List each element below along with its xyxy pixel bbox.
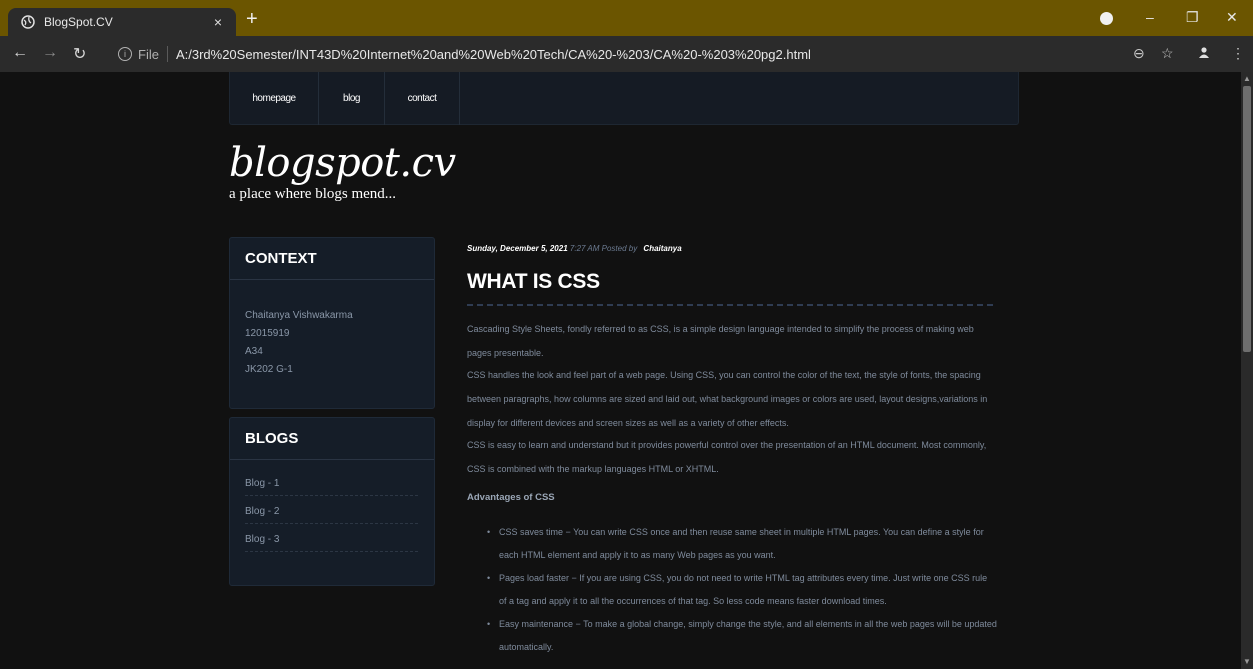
- browser-tab[interactable]: BlogSpot.CV ×: [8, 8, 236, 36]
- profile-menu-icon[interactable]: [1100, 12, 1113, 25]
- scroll-up-icon[interactable]: ▲: [1243, 74, 1251, 83]
- context-reg-number: 12015919: [245, 328, 290, 339]
- advantages-heading: Advantages of CSS: [467, 492, 555, 503]
- context-roll: A34: [245, 346, 263, 357]
- url-text[interactable]: A:/3rd%20Semester/INT43D%20Internet%20an…: [176, 47, 811, 62]
- list-item-text: Easy maintenance − To make a global chan…: [499, 619, 997, 652]
- close-icon[interactable]: ×: [208, 14, 228, 30]
- list-item-text: CSS saves time − You can write CSS once …: [499, 527, 984, 560]
- context-name: Chaitanya Vishwakarma: [245, 310, 353, 321]
- bullet-icon: •: [487, 527, 491, 537]
- page-viewport: homepage blog contact blogspot.cv a plac…: [0, 72, 1241, 669]
- post-paragraph: CSS is easy to learn and understand but …: [467, 440, 987, 474]
- post-date: Sunday, December 5, 2021: [467, 244, 568, 253]
- list-item-text: Pages load faster − If you are using CSS…: [499, 573, 988, 606]
- blogs-heading: BLOGS: [230, 418, 434, 460]
- window-close-icon[interactable]: ✕: [1226, 9, 1238, 26]
- minimize-icon[interactable]: –: [1146, 9, 1154, 25]
- tab-title: BlogSpot.CV: [44, 15, 113, 29]
- omnibox-divider: [166, 46, 168, 62]
- title-divider: [467, 304, 993, 306]
- restore-icon[interactable]: ❐: [1186, 9, 1199, 26]
- reload-icon[interactable]: ↻: [73, 44, 86, 64]
- blog-link-1[interactable]: Blog - 1: [245, 471, 418, 496]
- blogs-widget: BLOGS Blog - 1 Blog - 2 Blog - 3: [229, 417, 435, 586]
- file-label: File: [138, 46, 159, 62]
- bullet-icon: •: [487, 573, 491, 583]
- context-heading: CONTEXT: [230, 238, 434, 280]
- profile-icon[interactable]: [1198, 45, 1210, 61]
- zoom-icon[interactable]: ⊖: [1133, 45, 1145, 62]
- scroll-thumb[interactable]: [1243, 86, 1251, 352]
- nav-homepage[interactable]: homepage: [230, 72, 319, 125]
- tab-strip: BlogSpot.CV × + – ❐ ✕: [0, 0, 1253, 36]
- list-item: • CSS saves time − You can write CSS onc…: [487, 521, 997, 567]
- top-navigation: homepage blog contact: [229, 72, 1019, 125]
- forward-icon[interactable]: →: [42, 44, 58, 62]
- post-time: 7:27 AM Posted by: [569, 244, 638, 253]
- vertical-scrollbar[interactable]: ▲ ▼: [1241, 72, 1253, 669]
- post-title: WHAT IS CSS: [467, 270, 600, 293]
- menu-icon[interactable]: ⋮: [1231, 45, 1245, 62]
- plus-icon[interactable]: +: [246, 9, 258, 29]
- context-widget: CONTEXT Chaitanya Vishwakarma 12015919 A…: [229, 237, 435, 409]
- address-bar: ← → ↻ i File A:/3rd%20Semester/INT43D%20…: [0, 36, 1253, 72]
- context-section: JK202 G-1: [245, 364, 293, 375]
- site-title: blogspot.cv: [229, 140, 456, 186]
- list-item: • Pages load faster − If you are using C…: [487, 567, 997, 613]
- nav-blog[interactable]: blog: [319, 72, 385, 125]
- site-tagline: a place where blogs mend...: [229, 186, 397, 202]
- nav-contact[interactable]: contact: [385, 72, 460, 125]
- post-paragraph: Cascading Style Sheets, fondly referred …: [467, 324, 974, 358]
- url-field[interactable]: i File A:/3rd%20Semester/INT43D%20Intern…: [110, 42, 1186, 66]
- blog-link-3[interactable]: Blog - 3: [245, 527, 418, 552]
- info-icon[interactable]: i: [118, 47, 132, 61]
- bullet-icon: •: [487, 619, 491, 629]
- back-icon[interactable]: ←: [12, 44, 28, 62]
- star-icon[interactable]: ☆: [1161, 45, 1174, 62]
- list-item: • Easy maintenance − To make a global ch…: [487, 613, 997, 659]
- post-meta: Sunday, December 5, 2021 7:27 AM Posted …: [467, 244, 682, 253]
- globe-icon: [20, 14, 36, 30]
- post-author[interactable]: Chaitanya: [643, 244, 681, 253]
- post-paragraph: CSS handles the look and feel part of a …: [467, 370, 988, 428]
- blog-link-2[interactable]: Blog - 2: [245, 499, 418, 524]
- scroll-down-icon[interactable]: ▼: [1243, 657, 1251, 666]
